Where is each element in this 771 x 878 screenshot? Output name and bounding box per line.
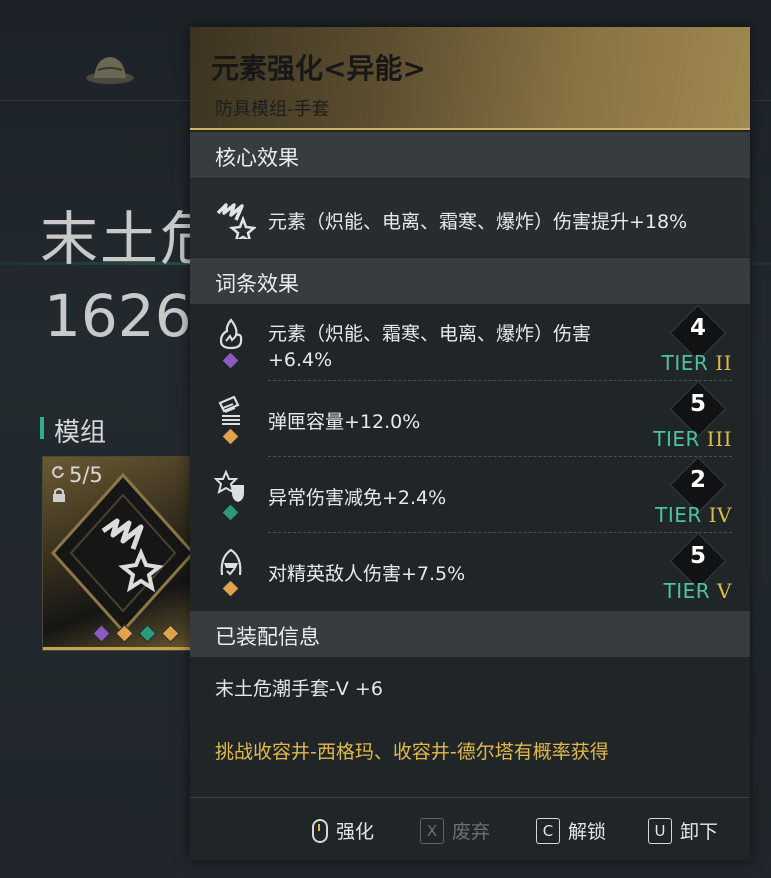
unlock-button[interactable]: C 解锁 — [536, 817, 606, 844]
affix-tier: TIER IV — [655, 503, 732, 527]
tier-roman: IV — [708, 503, 732, 527]
affix-level: 5 — [689, 391, 706, 417]
tier-label: TIER — [661, 351, 709, 375]
module-emblem-icon — [50, 472, 196, 634]
affix-row: 弹匣容量+12.0% 5 TIER III — [190, 380, 750, 457]
module-tooltip: 元素强化<异能> 防具模组-手套 核心效果 元素（炽能、电离、霜寒、爆炸）伤害提… — [190, 27, 750, 860]
quality-diamond — [222, 428, 239, 445]
unlock-label: 解锁 — [568, 821, 607, 843]
header-separator — [365, 98, 366, 117]
affix-dots — [92, 624, 180, 643]
refresh-icon — [52, 466, 64, 479]
affix-header: 词条效果 — [190, 258, 750, 304]
quality-diamond — [222, 504, 239, 521]
section-title: 词条效果 — [215, 272, 299, 296]
affix-row: 元素（炽能、霜寒、电离、爆炸）伤害+6.4% 4 TIER II — [190, 304, 750, 381]
key-u: U — [648, 817, 672, 844]
quality-diamond — [222, 580, 239, 597]
tier-label: TIER — [655, 503, 702, 527]
lock-icon[interactable] — [51, 487, 67, 503]
shield-burst-icon — [214, 469, 244, 502]
affix-text: 对精英敌人伤害+7.5% — [268, 563, 466, 585]
affix-dot — [138, 624, 157, 643]
elemental-boost-icon — [216, 203, 256, 239]
module-count: 5/5 — [69, 463, 103, 487]
equipped-header: 已装配信息 — [190, 611, 750, 657]
affix-dot — [92, 624, 111, 643]
affix-tier: TIER II — [662, 351, 732, 375]
affix-dot — [115, 624, 134, 643]
affix-row: 对精英敌人伤害+7.5% 5 TIER V — [190, 532, 750, 609]
tooltip-header: 元素强化<异能> 防具模组-手套 — [190, 27, 750, 130]
unequip-label: 卸下 — [680, 821, 719, 843]
core-effect-text: 元素（炽能、电离、霜寒、爆炸）伤害提升+18% — [268, 211, 688, 233]
section-title: 已装配信息 — [215, 625, 320, 649]
affix-text: 异常伤害减免+2.4% — [268, 487, 447, 509]
affix-tier: TIER V — [664, 579, 732, 603]
affix-level: 4 — [689, 315, 706, 341]
affix-text: 弹匣容量+12.0% — [268, 411, 421, 433]
key-x: X — [420, 817, 444, 844]
section-marker — [40, 417, 44, 439]
enhance-label: 强化 — [336, 821, 375, 843]
enhance-button[interactable]: 强化 — [312, 817, 374, 844]
header-underline — [190, 128, 750, 130]
section-title: 核心效果 — [215, 146, 299, 170]
module-type: 防具模组-手套 — [215, 99, 330, 120]
tier-roman: III — [706, 427, 732, 451]
equipped-item: 末土危潮手套-V +6 — [215, 678, 383, 700]
core-effect-row: 元素（炽能、电离、霜寒、爆炸）伤害提升+18% — [190, 179, 750, 257]
unequip-button[interactable]: U 卸下 — [648, 817, 718, 844]
drop-source: 挑战收容井-西格玛、收容井-德尔塔有概率获得 — [215, 741, 609, 763]
discard-button[interactable]: X 废弃 — [420, 817, 490, 844]
tier-roman: V — [717, 579, 732, 603]
tier-label: TIER — [663, 579, 711, 603]
quality-diamond — [222, 352, 239, 369]
card-underline — [43, 647, 203, 650]
elite-enemy-icon — [220, 548, 242, 576]
module-card[interactable]: 5/5 — [42, 456, 204, 651]
affix-level: 2 — [689, 467, 706, 493]
action-bar: 强化 X 废弃 C 解锁 U 卸下 — [190, 797, 750, 860]
discard-label: 废弃 — [452, 821, 491, 843]
tier-roman: II — [715, 351, 732, 375]
module-name: 元素强化<异能> — [211, 52, 426, 85]
magazine-icon — [218, 395, 240, 425]
core-effect-header: 核心效果 — [190, 132, 750, 178]
affix-level: 5 — [689, 543, 706, 569]
affix-text: 元素（炽能、霜寒、电离、爆炸）伤害+6.4% — [268, 323, 592, 371]
helmet-icon[interactable] — [84, 48, 136, 88]
module-heading: 模组 — [54, 418, 107, 448]
item-score: 1626 — [44, 282, 192, 350]
tier-label: TIER — [653, 427, 700, 451]
mouse-icon — [312, 818, 328, 843]
key-c: C — [536, 817, 560, 844]
affix-tier: TIER III — [653, 427, 732, 451]
affix-dot — [161, 624, 180, 643]
elemental-flame-icon — [219, 318, 243, 350]
affix-row: 异常伤害减免+2.4% 2 TIER IV — [190, 456, 750, 533]
